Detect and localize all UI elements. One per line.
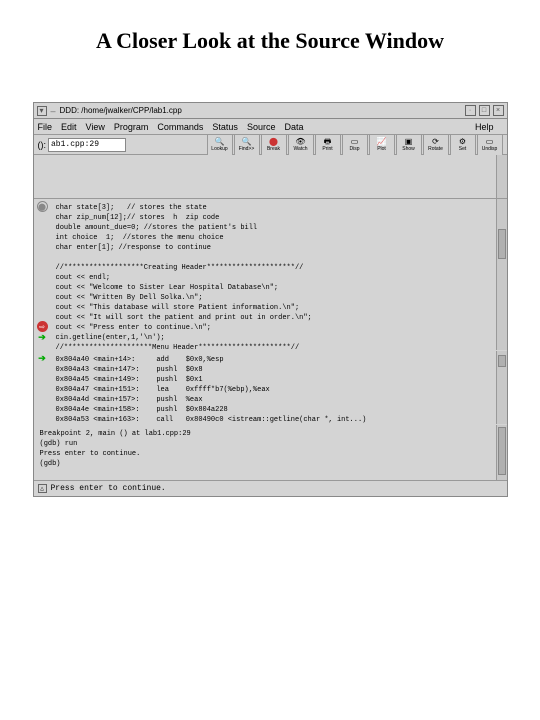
titlebar[interactable]: ▾ – DDD: /home/jwalker/CPP/lab1.cpp · □ … bbox=[34, 103, 507, 119]
menu-view[interactable]: View bbox=[86, 122, 105, 132]
argument-input[interactable] bbox=[48, 138, 126, 152]
menu-status[interactable]: Status bbox=[212, 122, 238, 132]
rotate-icon: ⟳ bbox=[432, 138, 439, 146]
current-line-arrow-icon: ➔ bbox=[37, 353, 48, 364]
current-breakpoint-icon[interactable]: ⇨ bbox=[37, 321, 48, 332]
rotate-button[interactable]: ⟳Rotate bbox=[423, 134, 449, 156]
plot-label: Plot bbox=[377, 147, 386, 152]
status-text: Press enter to continue. bbox=[51, 484, 166, 493]
current-line-arrow-icon: ➔ bbox=[37, 332, 48, 343]
plot-button[interactable]: 📈Plot bbox=[369, 134, 395, 156]
slide-title: A Closer Look at the Source Window bbox=[18, 28, 522, 54]
eye-icon: 👁 bbox=[295, 138, 305, 146]
scrollbar[interactable] bbox=[496, 155, 507, 198]
scrollbar[interactable] bbox=[496, 425, 507, 480]
assembly-pane[interactable]: ➔ 0x804a40 <main+14>: add $0x0,%esp 0x80… bbox=[34, 351, 507, 425]
display-button[interactable]: ▭Disp bbox=[342, 134, 368, 156]
minimize-button[interactable]: · bbox=[465, 105, 476, 116]
data-display-pane[interactable] bbox=[34, 155, 507, 199]
menu-commands[interactable]: Commands bbox=[157, 122, 203, 132]
menu-data[interactable]: Data bbox=[284, 122, 303, 132]
gdb-console-pane[interactable]: Breakpoint 2, main () at lab1.cpp:29 (gd… bbox=[34, 425, 507, 481]
menu-help[interactable]: Help bbox=[475, 122, 494, 132]
source-gutter: ⬤ ⇨ ➔ bbox=[34, 199, 52, 350]
watch-button[interactable]: 👁Watch bbox=[288, 134, 314, 156]
plot-icon: 📈 bbox=[377, 138, 387, 146]
close-button[interactable]: × bbox=[493, 105, 504, 116]
magnifier-icon: 🔍 bbox=[215, 138, 225, 146]
show-icon: ▣ bbox=[405, 138, 413, 146]
undisp-label: Undisp bbox=[482, 147, 498, 152]
find-button[interactable]: 🔍Find>> bbox=[234, 134, 260, 156]
maximize-button[interactable]: □ bbox=[479, 105, 490, 116]
toolbar: 🔍Lookup 🔍Find>> ⬤Break 👁Watch 🖶Print ▭Di… bbox=[207, 134, 503, 156]
ddd-window: ▾ – DDD: /home/jwalker/CPP/lab1.cpp · □ … bbox=[33, 102, 508, 497]
arg-label: (): bbox=[38, 140, 47, 150]
display-label: Disp bbox=[349, 147, 359, 152]
print-label: Print bbox=[322, 147, 332, 152]
lookup-button[interactable]: 🔍Lookup bbox=[207, 134, 233, 156]
break-label: Break bbox=[267, 147, 280, 152]
show-label: Show bbox=[402, 147, 415, 152]
find-icon: 🔍 bbox=[242, 138, 252, 146]
status-bar: △ Press enter to continue. bbox=[34, 481, 507, 496]
print-button[interactable]: 🖶Print bbox=[315, 134, 341, 156]
lookup-label: Lookup bbox=[211, 147, 227, 152]
rotate-label: Rotate bbox=[428, 147, 443, 152]
break-button[interactable]: ⬤Break bbox=[261, 134, 287, 156]
breakpoint-icon[interactable]: ⬤ bbox=[37, 201, 48, 212]
window-menu-icon[interactable]: ▾ bbox=[37, 106, 47, 116]
print-icon: 🖶 bbox=[324, 138, 332, 146]
find-label: Find>> bbox=[239, 147, 255, 152]
display-icon: ▭ bbox=[351, 138, 359, 146]
menu-source[interactable]: Source bbox=[247, 122, 276, 132]
set-label: Set bbox=[459, 147, 467, 152]
scrollbar[interactable] bbox=[496, 351, 507, 424]
gdb-console-text[interactable]: Breakpoint 2, main () at lab1.cpp:29 (gd… bbox=[34, 425, 507, 473]
status-icon: △ bbox=[38, 484, 47, 493]
argument-row: (): 🔍Lookup 🔍Find>> ⬤Break 👁Watch 🖶Print… bbox=[34, 135, 507, 155]
set-button[interactable]: ⚙Set bbox=[450, 134, 476, 156]
asm-gutter: ➔ bbox=[34, 351, 52, 424]
source-text[interactable]: char state[3]; // stores the state char … bbox=[34, 199, 507, 357]
assembly-text[interactable]: 0x804a40 <main+14>: add $0x0,%esp 0x804a… bbox=[34, 351, 507, 429]
undisp-button[interactable]: ▭Undisp bbox=[477, 134, 503, 156]
watch-label: Watch bbox=[294, 147, 308, 152]
menu-program[interactable]: Program bbox=[114, 122, 149, 132]
source-pane[interactable]: ⬤ ⇨ ➔ char state[3]; // stores the state… bbox=[34, 199, 507, 351]
undisp-icon: ▭ bbox=[486, 138, 494, 146]
menu-file[interactable]: File bbox=[38, 122, 53, 132]
scrollbar[interactable] bbox=[496, 199, 507, 350]
menu-edit[interactable]: Edit bbox=[61, 122, 77, 132]
titlebar-dash-icon: – bbox=[51, 106, 56, 116]
show-button[interactable]: ▣Show bbox=[396, 134, 422, 156]
stop-icon: ⬤ bbox=[269, 138, 278, 146]
set-icon: ⚙ bbox=[459, 138, 466, 146]
window-title: DDD: /home/jwalker/CPP/lab1.cpp bbox=[60, 106, 182, 115]
